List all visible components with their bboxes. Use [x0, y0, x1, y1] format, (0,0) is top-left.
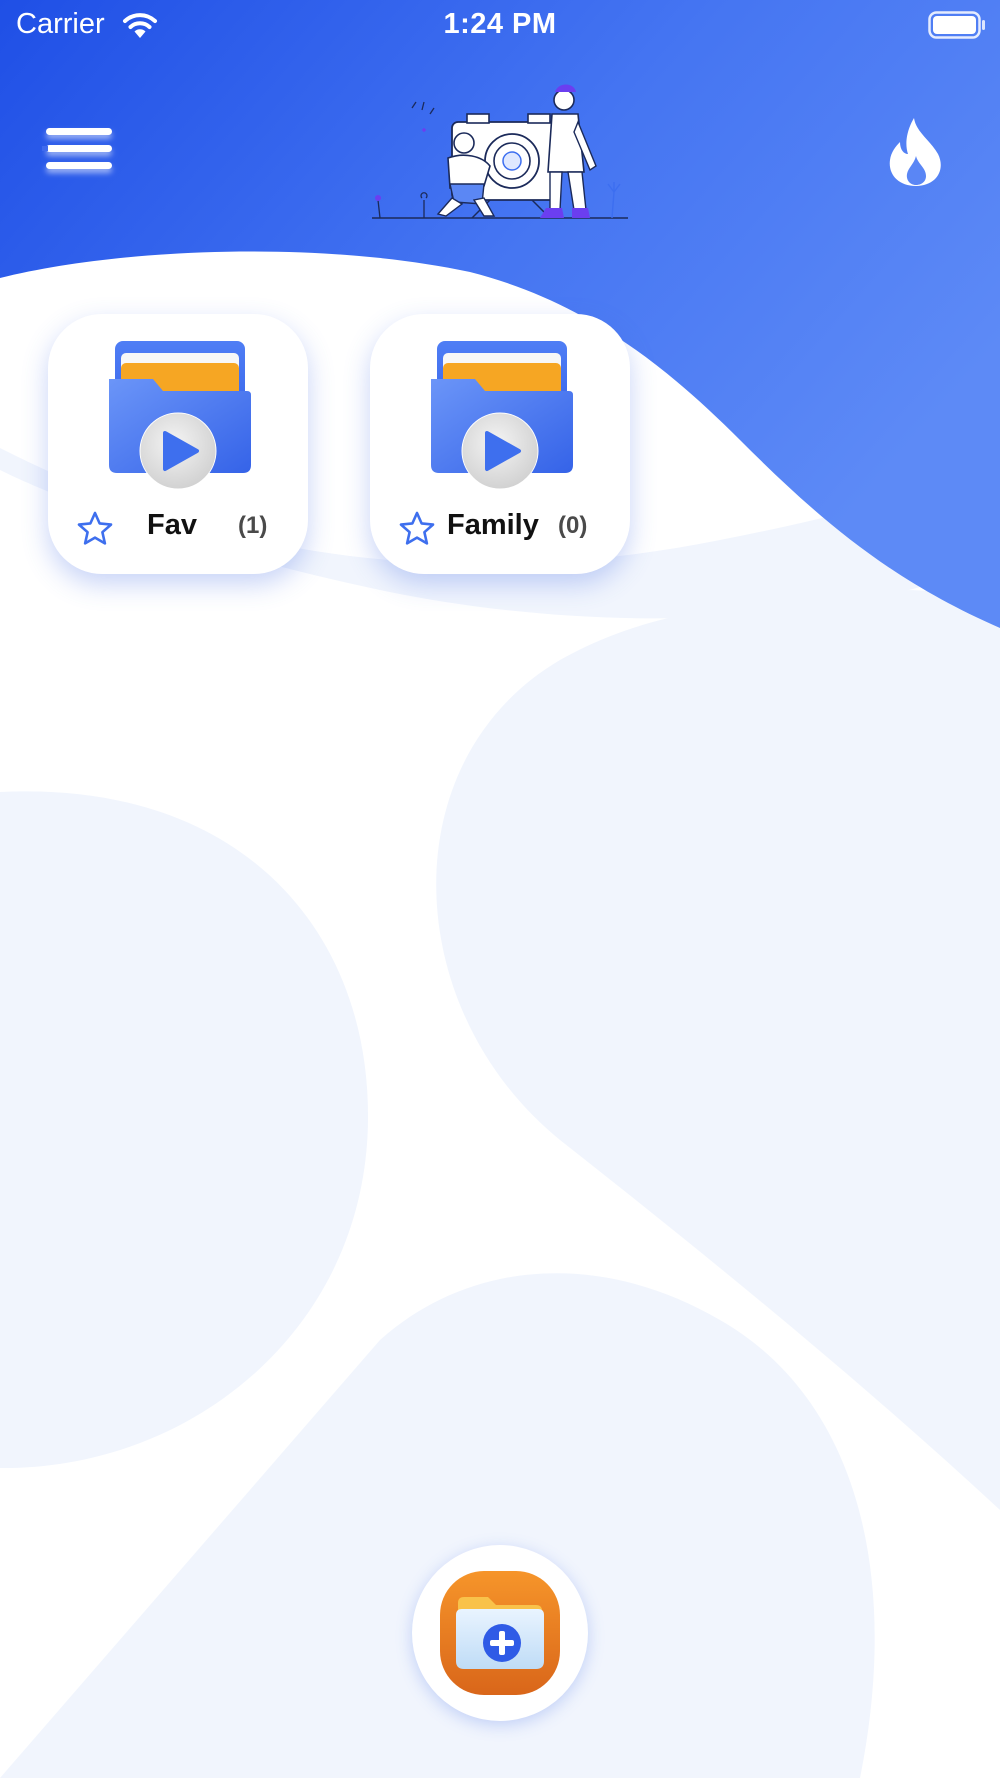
folder-name: Family [447, 509, 539, 541]
hamburger-menu-icon [42, 128, 112, 169]
star-outline-icon[interactable] [398, 510, 436, 548]
folder-card-fav[interactable]: Fav (1) [48, 314, 308, 574]
folder-name: Fav [147, 509, 197, 541]
folder-count: (0) [558, 512, 588, 539]
status-bar: Carrier 1:24 PM [0, 0, 1000, 52]
fire-button[interactable] [886, 116, 946, 188]
folder-card-footer: Family (0) [370, 507, 630, 553]
background-graphic [0, 0, 1000, 1778]
folder-count: (1) [238, 512, 268, 539]
video-folder-icon [109, 341, 251, 490]
folder-card-family[interactable]: Family (0) [370, 314, 630, 574]
battery-icon [928, 11, 985, 39]
add-folder-icon [440, 1571, 560, 1695]
menu-button[interactable] [40, 120, 120, 190]
folder-card-footer: Fav (1) [48, 507, 308, 553]
add-folder-button[interactable] [412, 1545, 588, 1721]
star-outline-icon[interactable] [76, 510, 114, 548]
video-folder-icon [431, 341, 573, 490]
status-time: 1:24 PM [443, 8, 557, 40]
fire-icon [889, 118, 941, 186]
home-screen: Carrier 1:24 PM Fav (1) Family (0) [0, 0, 1000, 1778]
people-with-camera-illustration [372, 84, 628, 219]
